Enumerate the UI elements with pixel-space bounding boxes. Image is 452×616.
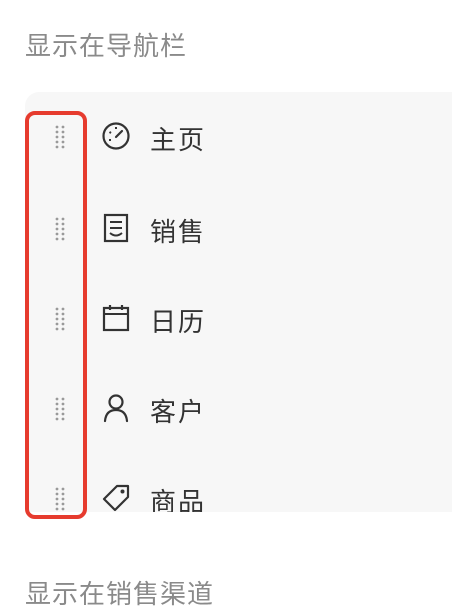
person-icon (101, 392, 131, 424)
nav-item-label: 销售 (150, 218, 207, 248)
nav-item-label: 商品 (150, 488, 207, 512)
speedometer-icon (101, 120, 131, 152)
drag-handle-icon[interactable] (54, 396, 66, 422)
settings-screen: 显示在导航栏 主页 销售 日历 客户 商品 显示在销售渠道 (0, 0, 452, 616)
nav-item-products[interactable]: 商品 (25, 470, 452, 512)
tag-icon (101, 482, 131, 512)
nav-item-customers[interactable]: 客户 (25, 380, 452, 440)
nav-item-label: 主页 (150, 126, 207, 156)
nav-items-list: 主页 销售 日历 客户 商品 (25, 92, 452, 512)
nav-item-sales[interactable]: 销售 (25, 200, 452, 260)
drag-handle-icon[interactable] (54, 124, 66, 150)
calendar-icon (101, 302, 131, 334)
nav-item-calendar[interactable]: 日历 (25, 290, 452, 350)
nav-item-label: 日历 (150, 308, 207, 338)
receipt-icon (101, 212, 131, 244)
section-title-channel: 显示在销售渠道 (25, 580, 215, 610)
drag-handle-icon[interactable] (54, 306, 66, 332)
nav-item-home[interactable]: 主页 (25, 108, 452, 168)
drag-handle-icon[interactable] (54, 216, 66, 242)
section-title-nav: 显示在导航栏 (25, 32, 188, 62)
nav-item-label: 客户 (150, 398, 207, 428)
drag-handle-icon[interactable] (54, 486, 66, 512)
